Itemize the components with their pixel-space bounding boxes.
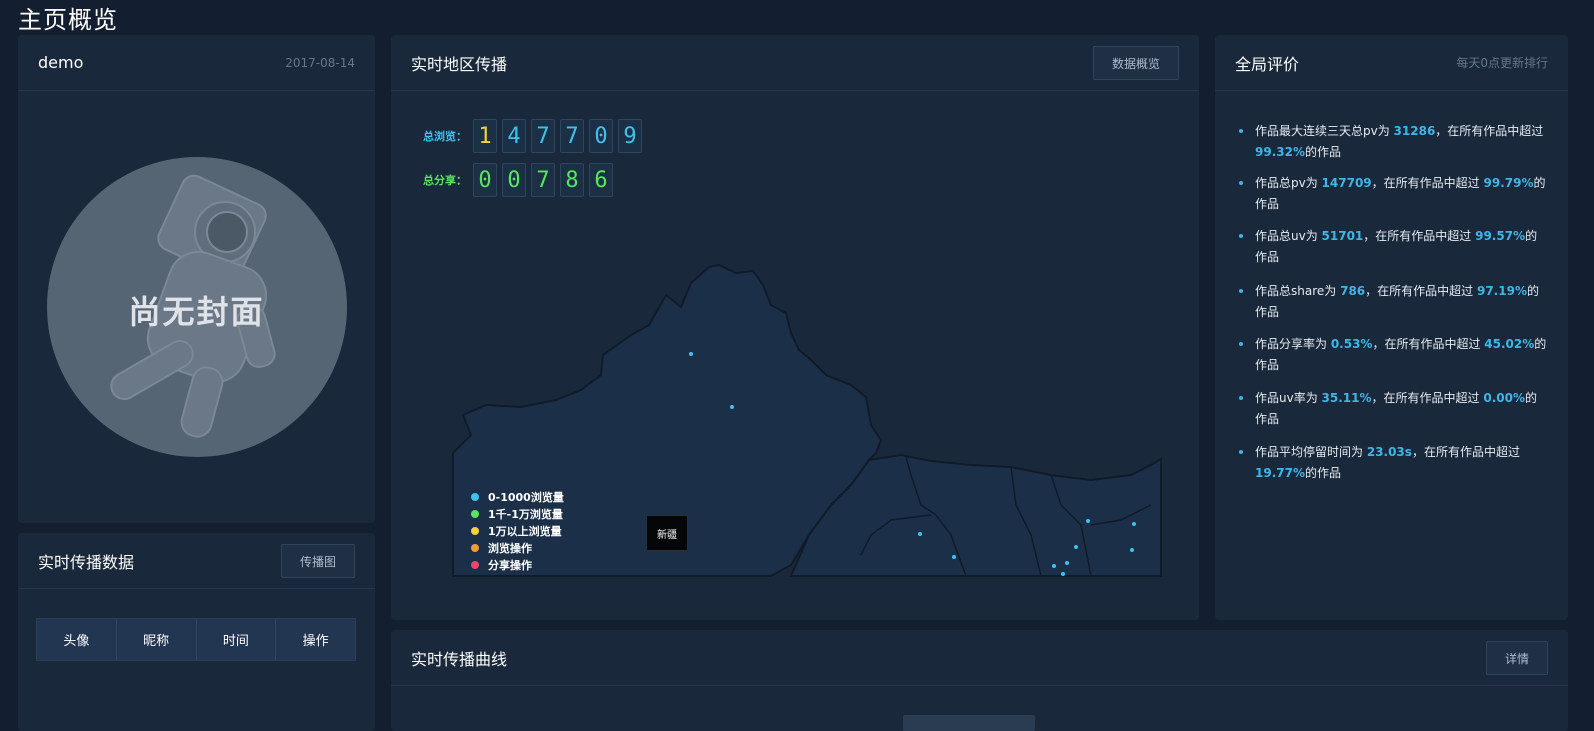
views-digit: 1 — [473, 119, 497, 153]
legend-item[interactable]: 分享操作 — [471, 556, 564, 573]
profile-name: demo — [38, 53, 84, 72]
realtime-data-panel: 实时传播数据 传播图 头像 昵称 时间 操作 — [18, 533, 375, 731]
eval-text: ，在所有作品中超过 — [1372, 337, 1485, 351]
shares-digit: 0 — [502, 163, 526, 197]
cover-text: 尚无封面 — [128, 293, 265, 331]
legend-item[interactable]: 0-1000浏览量 — [471, 488, 564, 505]
eval-text: ，在所有作品中超过 — [1365, 284, 1477, 298]
total-shares-counter: 总分享： 0 0 7 8 6 — [419, 163, 618, 197]
eval-percent: 99.57% — [1475, 229, 1526, 243]
shares-digit: 0 — [473, 163, 497, 197]
eval-value: 31286 — [1393, 124, 1436, 138]
evaluation-item: 作品最大连续三天总pv为 31286，在所有作品中超过 99.32%的作品 — [1237, 121, 1547, 163]
map-legend: 0-1000浏览量 1千-1万浏览量 1万以上浏览量 浏览操作 分享操作 — [471, 488, 564, 573]
views-digit: 9 — [618, 119, 642, 153]
column-time[interactable]: 时间 — [196, 619, 277, 660]
legend-dot — [471, 509, 479, 518]
eval-percent: 97.19% — [1476, 284, 1527, 298]
legend-item[interactable]: 1万以上浏览量 — [471, 522, 564, 539]
eval-text: ，在所有作品中超过 — [1411, 445, 1520, 459]
eval-text: 作品uv率为 — [1255, 391, 1322, 405]
spread-curve-panel: 实时传播曲线 详情 — [391, 630, 1568, 731]
eval-value: 147709 — [1321, 176, 1372, 190]
total-views-label: 总浏览： — [423, 130, 467, 143]
page-title: 主页概览 — [18, 6, 118, 34]
evaluation-header: 全局评价 每天0点更新排行 — [1215, 35, 1568, 91]
legend-label: 0-1000浏览量 — [488, 490, 564, 504]
eval-text: 作品总uv为 — [1255, 229, 1322, 243]
legend-dot — [471, 560, 479, 569]
details-button[interactable]: 详情 — [1485, 640, 1548, 675]
shares-digit: 8 — [560, 163, 584, 197]
cover-placeholder: 尚无封面 — [46, 157, 347, 457]
eval-text: 作品平均停留时间为 — [1255, 445, 1367, 459]
total-shares-label: 总分享： — [423, 174, 467, 187]
eval-percent: 0.00% — [1483, 391, 1525, 405]
shares-digit: 6 — [589, 163, 613, 197]
realtime-header: 实时传播数据 传播图 — [18, 533, 375, 589]
shares-digit: 7 — [531, 163, 555, 197]
evaluation-item: 作品分享率为 0.53%，在所有作品中超过 45.02%的作品 — [1237, 334, 1547, 376]
eval-value: 51701 — [1321, 229, 1364, 243]
legend-dot — [471, 543, 479, 552]
cover-circle: 尚无封面 — [46, 157, 347, 457]
realtime-table-header: 头像 昵称 时间 操作 — [36, 618, 356, 661]
eval-text: 作品最大连续三天总pv为 — [1255, 124, 1394, 138]
views-digit: 7 — [560, 119, 584, 153]
column-action[interactable]: 操作 — [276, 619, 355, 660]
map-panel: 实时地区传播 数据概览 总浏览： 1 4 7 7 0 9 总分享： 0 0 7 … — [391, 35, 1199, 620]
eval-text: 作品总pv为 — [1255, 176, 1322, 190]
eval-value: 35.11% — [1321, 391, 1372, 405]
views-digit: 7 — [531, 119, 555, 153]
spread-chart-button[interactable]: 传播图 — [280, 543, 355, 578]
eval-text: ，在所有作品中超过 — [1435, 124, 1544, 138]
eval-text: ，在所有作品中超过 — [1371, 391, 1484, 405]
eval-percent: 45.02% — [1484, 337, 1535, 351]
profile-date: 2017-08-14 — [285, 55, 355, 70]
legend-item[interactable]: 1千-1万浏览量 — [471, 505, 564, 522]
views-digit: 0 — [589, 119, 613, 153]
column-avatar[interactable]: 头像 — [37, 619, 117, 660]
eval-text: 的作品 — [1304, 145, 1341, 159]
legend-label: 1千-1万浏览量 — [488, 507, 563, 521]
evaluation-title: 全局评价 — [1235, 54, 1300, 74]
map-tooltip: 新疆 — [646, 515, 688, 551]
evaluation-panel: 全局评价 每天0点更新排行 作品最大连续三天总pv为 31286，在所有作品中超… — [1215, 35, 1568, 620]
legend-label: 分享操作 — [488, 558, 532, 572]
total-views-counter: 总浏览： 1 4 7 7 0 9 — [419, 119, 647, 153]
evaluation-subtitle: 每天0点更新排行 — [1456, 56, 1548, 70]
eval-percent: 19.77% — [1255, 466, 1305, 480]
legend-dot — [471, 526, 479, 535]
eval-text: 的作品 — [1304, 466, 1341, 480]
legend-label: 1万以上浏览量 — [488, 524, 562, 538]
evaluation-item: 作品uv率为 35.11%，在所有作品中超过 0.00%的作品 — [1237, 388, 1547, 430]
eval-text: ，在所有作品中超过 — [1363, 229, 1476, 243]
legend-label: 浏览操作 — [488, 541, 532, 555]
legend-dot — [471, 492, 479, 501]
evaluation-item: 作品总pv为 147709，在所有作品中超过 99.79%的作品 — [1237, 173, 1547, 215]
eval-value: 23.03s — [1366, 445, 1412, 459]
evaluation-item: 作品总uv为 51701，在所有作品中超过 99.57%的作品 — [1237, 226, 1547, 268]
curve-range-tabs[interactable] — [903, 715, 1035, 731]
column-nickname[interactable]: 昵称 — [116, 619, 197, 660]
eval-text: ，在所有作品中超过 — [1371, 176, 1484, 190]
eval-value: 786 — [1340, 284, 1366, 298]
views-digit: 4 — [502, 119, 526, 153]
profile-panel: demo 2017-08-14 尚无封面 — [18, 35, 375, 523]
evaluation-item: 作品平均停留时间为 23.03s，在所有作品中超过 19.77%的作品 — [1237, 442, 1547, 484]
eval-text: 作品总share为 — [1255, 284, 1341, 298]
eval-text: 作品分享率为 — [1255, 337, 1331, 351]
realtime-title: 实时传播数据 — [38, 552, 135, 572]
evaluation-item: 作品总share为 786，在所有作品中超过 97.19%的作品 — [1237, 281, 1547, 323]
legend-item[interactable]: 浏览操作 — [471, 539, 564, 556]
eval-percent: 99.32% — [1255, 145, 1305, 159]
curve-title: 实时传播曲线 — [411, 649, 508, 669]
profile-header: demo 2017-08-14 — [18, 35, 375, 91]
eval-percent: 99.79% — [1483, 176, 1534, 190]
eval-value: 0.53% — [1330, 337, 1373, 351]
curve-header: 实时传播曲线 详情 — [391, 630, 1568, 686]
